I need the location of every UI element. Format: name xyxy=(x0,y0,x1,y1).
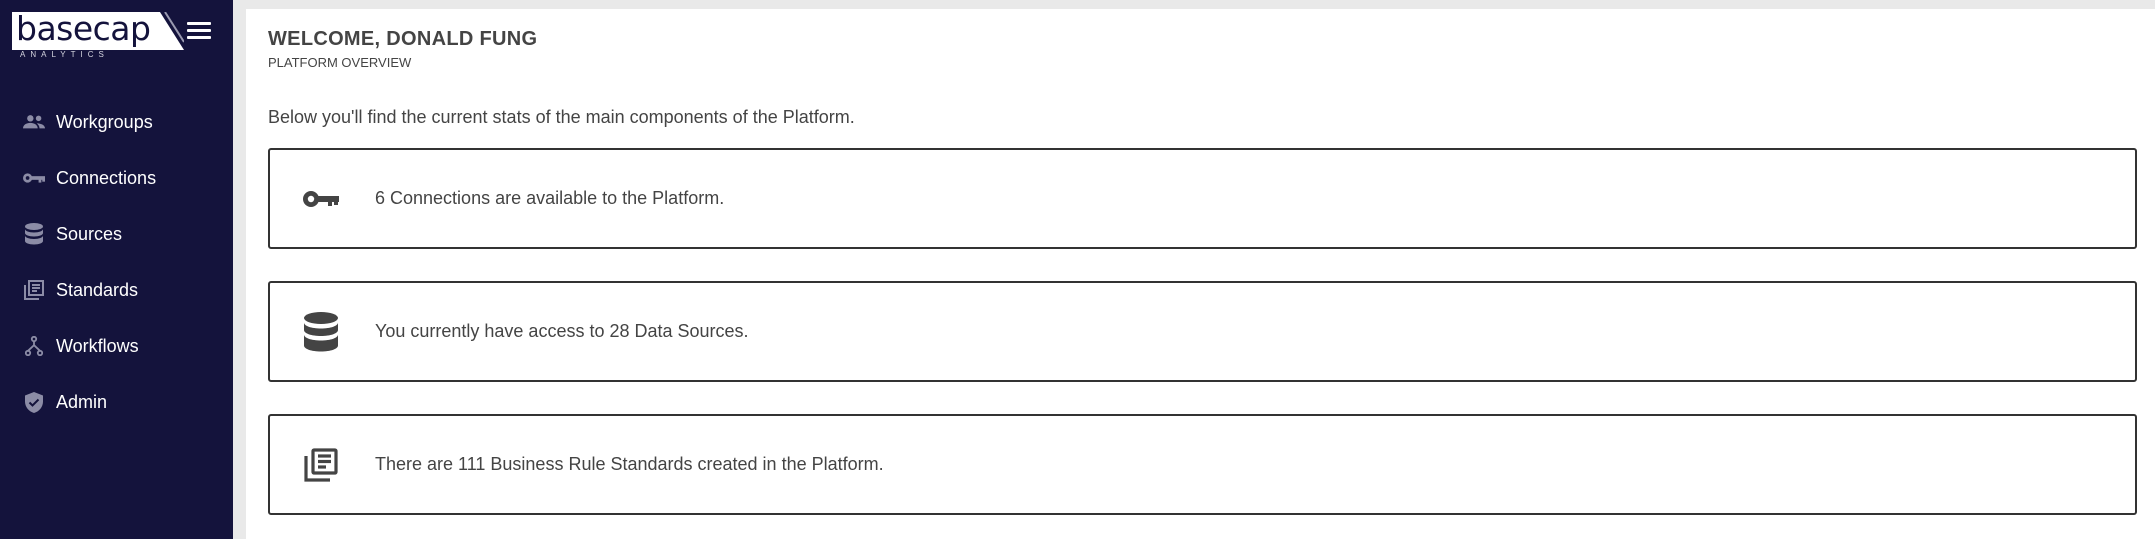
stat-card-text: There are 111 Business Rule Standards cr… xyxy=(375,454,884,474)
brand-logo[interactable]: basecap ANALYTICS xyxy=(12,9,184,62)
page-title: WELCOME, DONALD FUNG xyxy=(268,28,538,50)
sidebar-item-label: Sources xyxy=(56,223,123,244)
sidebar: basecap ANALYTICS Workgroups Connections… xyxy=(0,0,233,539)
page-subtitle: PLATFORM OVERVIEW xyxy=(268,55,412,70)
sidebar-item-label: Standards xyxy=(56,279,139,300)
stat-card-text: 6 Connections are available to the Platf… xyxy=(375,188,725,208)
sidebar-item-standards[interactable]: Standards xyxy=(0,262,233,318)
sidebar-item-label: Workgroups xyxy=(56,111,153,132)
logo-tagline: ANALYTICS xyxy=(20,50,109,59)
sidebar-item-workflows[interactable]: Workflows xyxy=(0,318,233,374)
sidebar-item-workgroups[interactable]: Workgroups xyxy=(0,94,233,150)
sidebar-item-label: Connections xyxy=(56,167,157,188)
key-icon xyxy=(300,178,342,220)
library-books-icon xyxy=(300,444,342,486)
sidebar-item-admin[interactable]: Admin xyxy=(0,374,233,430)
stat-card-text: You currently have access to 28 Data Sou… xyxy=(375,321,749,341)
app: basecap ANALYTICS Workgroups Connections… xyxy=(0,0,2155,539)
database-icon xyxy=(22,222,46,246)
intro-text: Below you'll find the current stats of t… xyxy=(268,107,855,127)
main-content: WELCOME, DONALD FUNG PLATFORM OVERVIEW B… xyxy=(246,9,2155,539)
sidebar-item-label: Admin xyxy=(56,391,108,412)
stat-card-sources[interactable]: You currently have access to 28 Data Sou… xyxy=(268,281,2137,382)
stat-card-standards[interactable]: There are 111 Business Rule Standards cr… xyxy=(268,414,2137,515)
key-icon xyxy=(22,166,46,190)
database-icon xyxy=(300,311,342,353)
stat-card-connections[interactable]: 6 Connections are available to the Platf… xyxy=(268,148,2137,249)
logo-name: basecap xyxy=(16,9,151,48)
sidebar-item-label: Workflows xyxy=(56,335,139,356)
menu-toggle-icon[interactable] xyxy=(187,22,211,42)
sidebar-item-connections[interactable]: Connections xyxy=(0,150,233,206)
workflow-icon xyxy=(22,334,46,358)
sidebar-item-sources[interactable]: Sources xyxy=(0,206,233,262)
people-icon xyxy=(22,110,46,134)
sidebar-nav: Workgroups Connections Sources Standards… xyxy=(0,94,233,430)
shield-check-icon xyxy=(22,390,46,414)
library-books-icon xyxy=(22,278,46,302)
